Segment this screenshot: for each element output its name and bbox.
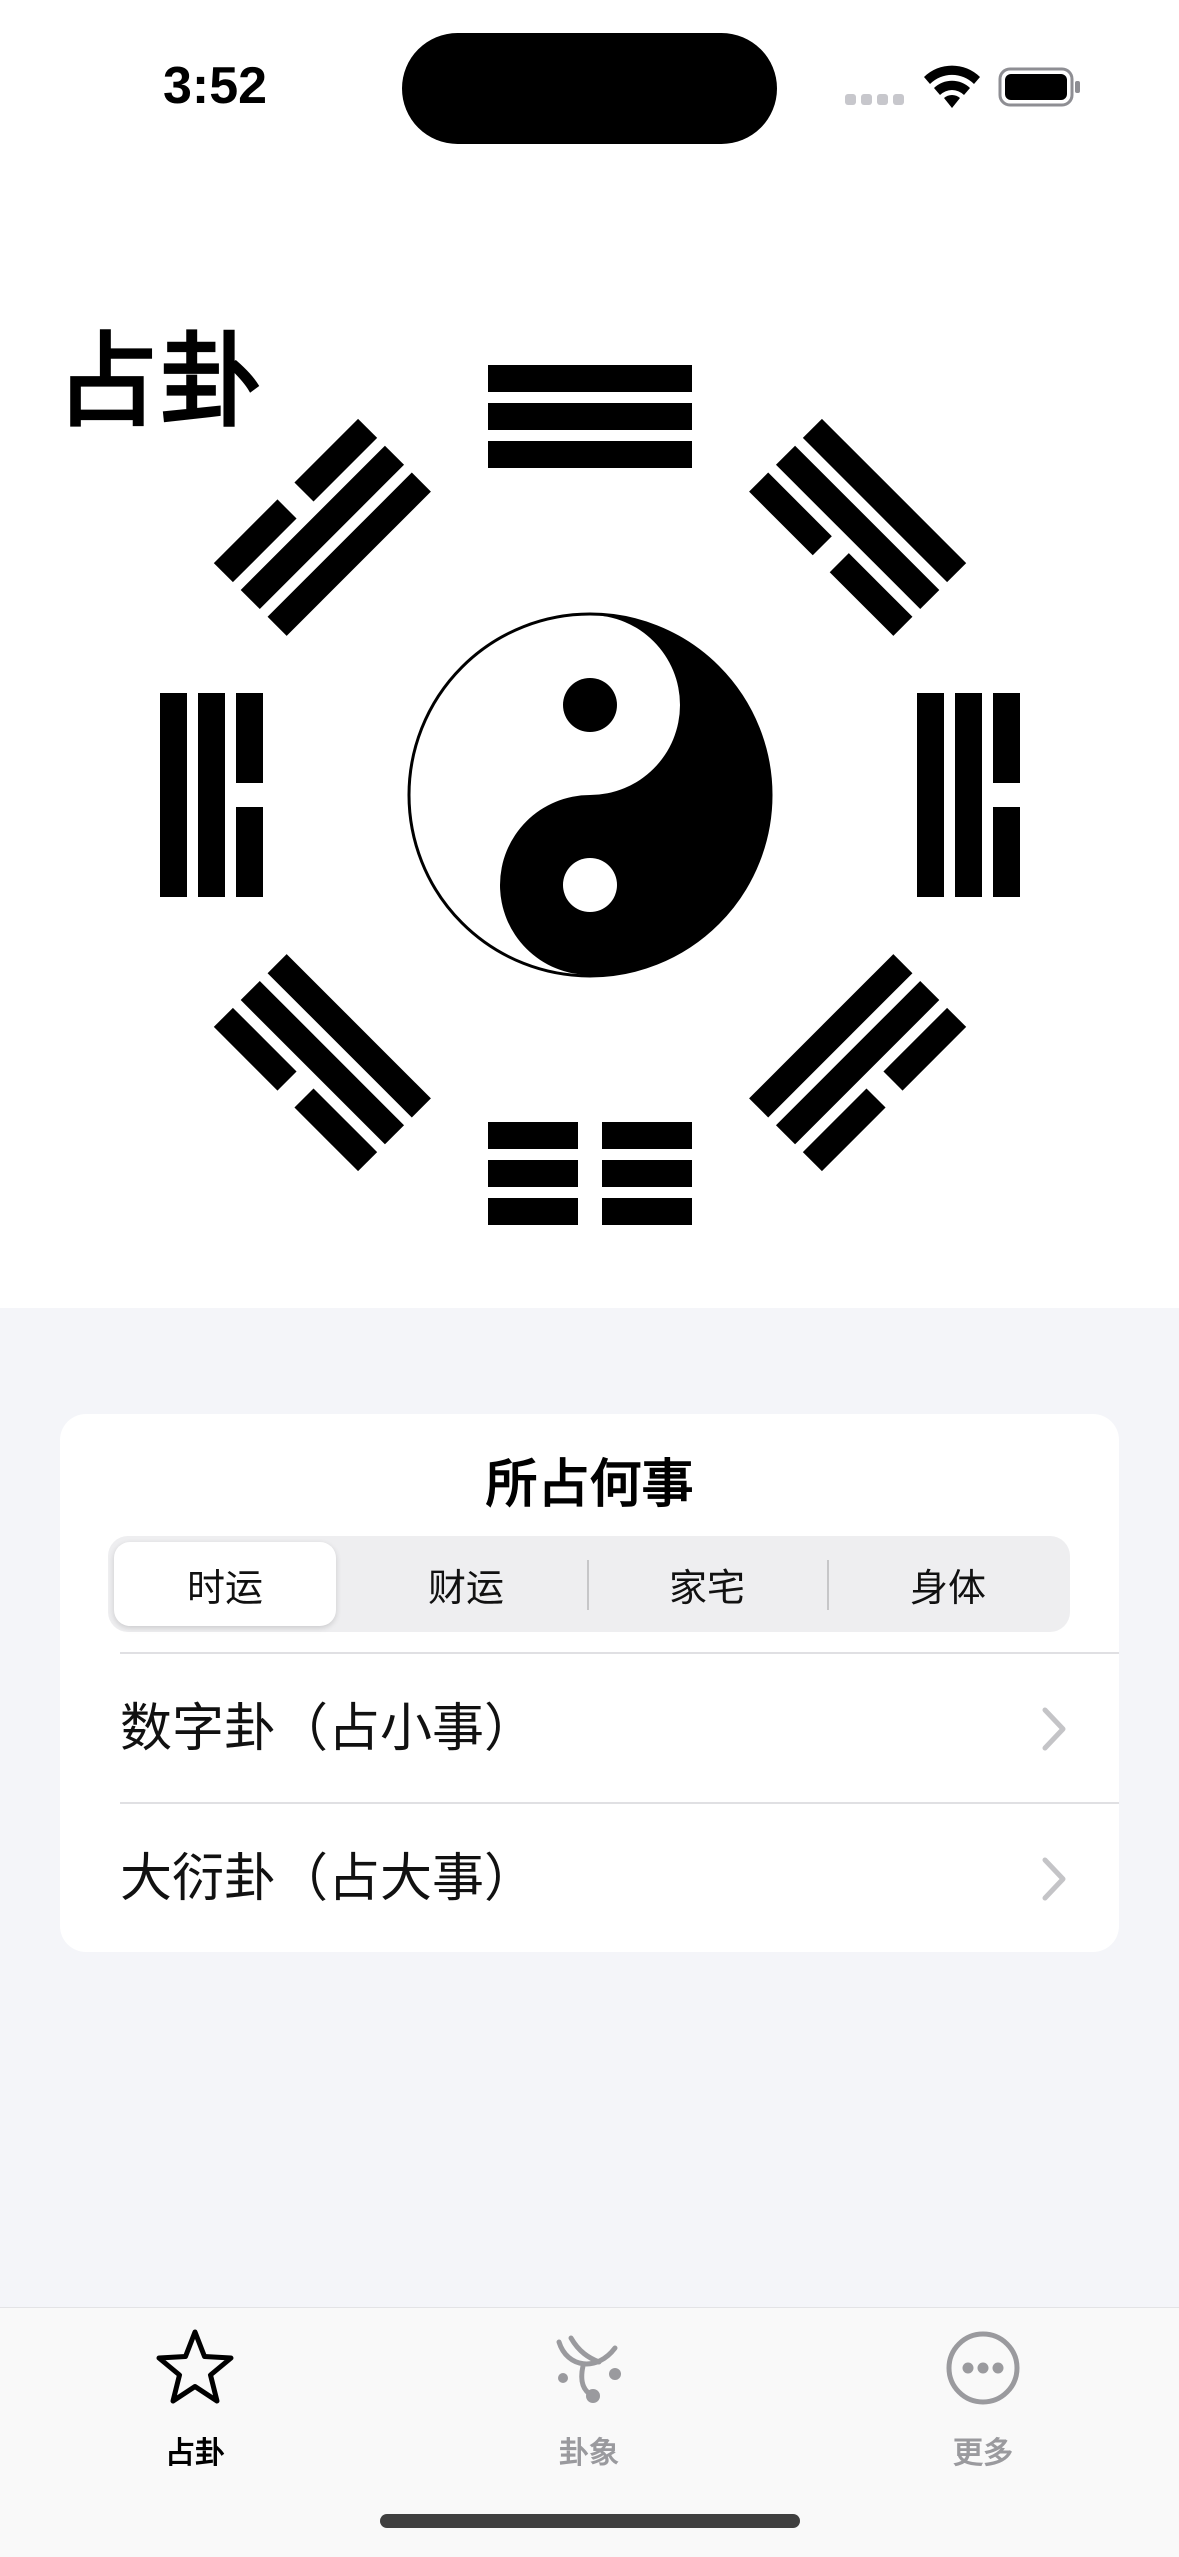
tab-divination[interactable]: 占卦	[95, 2328, 295, 2478]
list-item-label: 数字卦（占小事）	[120, 1699, 537, 1759]
list-item-dayan-hexagram[interactable]: 大衍卦（占大事）	[120, 1802, 1119, 1954]
battery-icon	[998, 67, 1080, 107]
card-title: 所占何事	[485, 1455, 694, 1515]
segment-divider	[827, 1560, 829, 1610]
more-ellipsis-icon	[946, 2331, 1020, 2405]
tab-hexagram-symbols[interactable]: 卦象	[489, 2328, 689, 2478]
bagua-yin-yang-icon	[160, 365, 1020, 1225]
list-item-number-hexagram[interactable]: 数字卦（占小事）	[120, 1652, 1119, 1804]
segment-caiyun[interactable]: 财运	[355, 1542, 577, 1626]
segment-jiazhai[interactable]: 家宅	[596, 1542, 818, 1626]
segment-divider	[587, 1560, 589, 1610]
home-indicator	[380, 2514, 800, 2528]
segment-shiyun[interactable]: 时运	[114, 1542, 336, 1626]
list-item-label: 大衍卦（占大事）	[120, 1849, 537, 1909]
wifi-icon	[924, 65, 980, 108]
tab-label: 占卦	[165, 2436, 225, 2471]
tab-label: 卦象	[559, 2436, 619, 2471]
status-time: 3:52	[162, 57, 268, 115]
divination-card: 所占何事 时运 财运 家宅 身体 数字卦（占小事） 大衍卦（占大事）	[60, 1414, 1119, 1952]
chevron-right-icon	[1042, 1707, 1066, 1751]
segment-shenti[interactable]: 身体	[837, 1542, 1059, 1626]
dynamic-island	[402, 33, 777, 144]
chevron-right-icon	[1042, 1857, 1066, 1901]
tab-label: 更多	[953, 2436, 1013, 2471]
star-icon	[156, 2329, 234, 2404]
cellular-signal-icon	[845, 94, 905, 108]
tab-more[interactable]: 更多	[883, 2328, 1083, 2478]
hexagram-symbol-icon	[556, 2335, 621, 2403]
topic-segmented-control: 时运 财运 家宅 身体	[108, 1536, 1070, 1632]
